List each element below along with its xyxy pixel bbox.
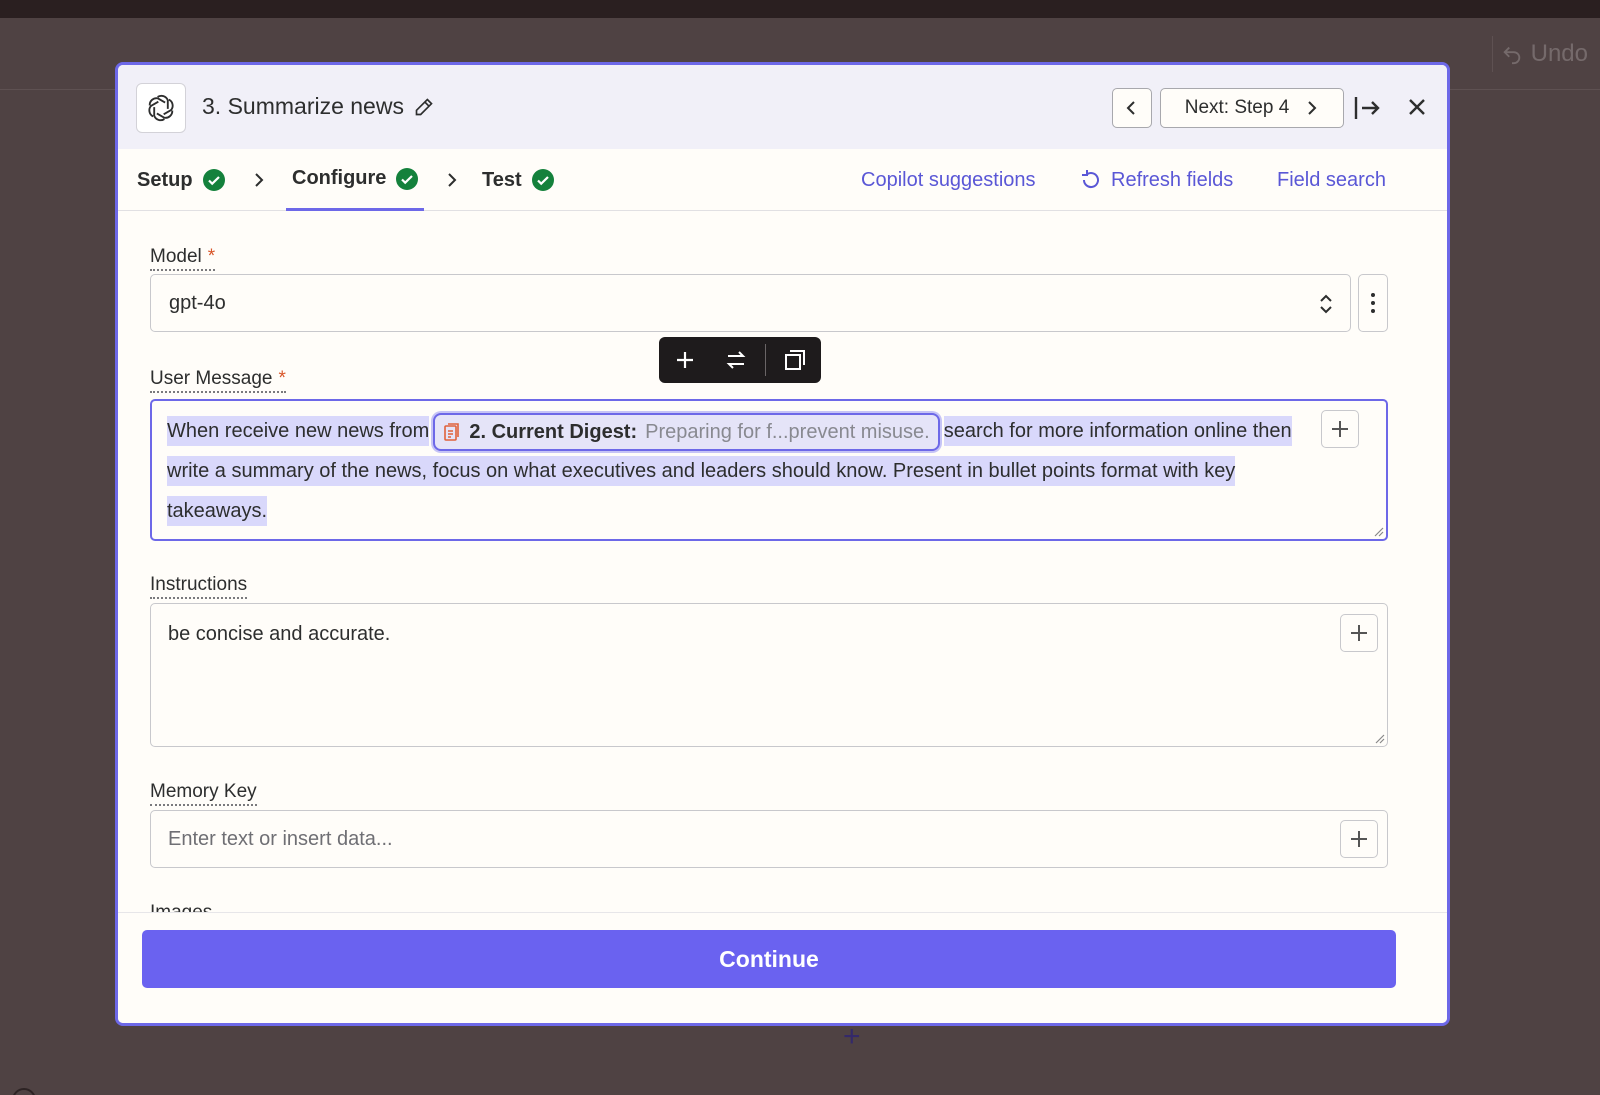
modal-header: 3. Summarize news Next: Step 4 <box>118 65 1447 149</box>
resize-handle-icon[interactable] <box>1373 732 1385 744</box>
continue-button[interactable]: Continue <box>142 930 1396 988</box>
message-text-before: When receive new news from <box>167 416 430 446</box>
chevron-right-icon <box>255 173 264 187</box>
copy-icon <box>785 350 806 370</box>
step-title[interactable]: 3. Summarize news <box>202 93 434 120</box>
refresh-fields-link[interactable]: Refresh fields <box>1079 149 1233 211</box>
check-circle-icon <box>202 169 225 191</box>
toolbar-separator <box>765 344 766 376</box>
pill-action-toolbar <box>659 337 821 383</box>
model-label: Model * <box>150 246 216 271</box>
insert-data-button[interactable] <box>1340 614 1378 652</box>
close-icon[interactable] <box>1406 96 1428 118</box>
memory-key-placeholder: Enter text or insert data... <box>168 827 393 850</box>
instructions-value: be concise and accurate. <box>168 623 391 645</box>
model-select-value: gpt-4o <box>169 291 226 314</box>
next-step-button[interactable]: Next: Step 4 <box>1160 88 1344 128</box>
pencil-edit-icon[interactable] <box>414 97 434 117</box>
step-title-text: 3. Summarize news <box>202 93 404 119</box>
insert-data-button[interactable] <box>1340 820 1378 858</box>
user-message-label: User Message * <box>150 368 286 393</box>
check-circle-icon <box>396 167 419 190</box>
toolbar-copy-button[interactable] <box>770 337 821 383</box>
memory-key-input[interactable]: Enter text or insert data... <box>150 810 1388 868</box>
chevron-updown-icon <box>1320 294 1332 314</box>
required-marker: * <box>278 368 286 389</box>
background-add-step-icon[interactable]: + <box>843 1022 861 1052</box>
undo-button[interactable]: Undo <box>1491 36 1596 72</box>
openai-app-icon <box>136 83 186 133</box>
plus-icon <box>1351 625 1367 641</box>
tab-configure-label: Configure <box>292 167 387 189</box>
plus-icon <box>1332 421 1348 437</box>
modal-footer: Continue <box>118 912 1447 1023</box>
instructions-label: Instructions <box>150 574 248 599</box>
copilot-suggestions-link[interactable]: Copilot suggestions <box>861 149 1036 211</box>
previous-step-button[interactable] <box>1112 88 1152 128</box>
model-label-text: Model <box>150 246 202 267</box>
resize-handle-icon[interactable] <box>1372 525 1384 537</box>
step-tabs: Setup Configure Test Copilot suggestions… <box>118 149 1447 211</box>
chevron-right-icon <box>1308 101 1317 115</box>
data-pill-current-digest[interactable]: 2. Current Digest: Preparing for f...prev… <box>433 412 940 451</box>
openai-logo-icon <box>148 94 174 122</box>
chevron-right-icon <box>448 173 457 187</box>
undo-icon <box>1502 46 1520 65</box>
required-marker: * <box>207 246 216 267</box>
refresh-fields-label: Refresh fields <box>1111 168 1234 191</box>
images-label: Images <box>150 902 212 912</box>
plus-icon <box>1351 831 1367 847</box>
chevron-left-icon <box>1126 101 1135 115</box>
pill-value: Preparing for f...prevent misuse. <box>645 420 930 443</box>
toolbar-add-button[interactable] <box>659 337 710 383</box>
expand-panel-icon[interactable] <box>1353 95 1381 121</box>
tab-test[interactable]: Test <box>482 149 554 211</box>
refresh-icon <box>1082 170 1099 189</box>
swap-arrows-icon <box>726 351 745 369</box>
field-search-link[interactable]: Field search <box>1277 149 1386 211</box>
config-form: Model * gpt-4o User Message * When receive… <box>118 212 1447 912</box>
memory-key-label: Memory Key <box>150 781 257 806</box>
tab-setup-label: Setup <box>137 168 193 191</box>
next-step-label: Next: Step 4 <box>1184 97 1290 118</box>
step-config-modal: 3. Summarize news Next: Step 4 Setup Con… <box>115 62 1450 1026</box>
vertical-dots-icon <box>1371 293 1375 313</box>
tab-configure[interactable]: Configure <box>286 149 425 211</box>
undo-label: Undo <box>1530 40 1588 67</box>
user-message-input[interactable]: When receive new news from 2. Current Dig… <box>150 399 1388 541</box>
tab-test-label: Test <box>482 168 522 191</box>
instructions-input[interactable]: be concise and accurate. <box>150 603 1388 747</box>
user-message-label-text: User Message <box>150 368 273 389</box>
background-circle-icon <box>12 1088 36 1095</box>
model-select[interactable]: gpt-4o <box>150 274 1351 332</box>
toolbar-swap-button[interactable] <box>710 337 761 383</box>
pill-label: 2. Current Digest: <box>469 420 638 443</box>
check-circle-icon <box>531 169 554 191</box>
app-topbar <box>0 0 1600 18</box>
document-icon <box>444 422 460 441</box>
insert-data-button[interactable] <box>1321 410 1359 448</box>
tab-setup[interactable]: Setup <box>137 149 225 211</box>
plus-icon <box>676 352 693 368</box>
model-more-options-button[interactable] <box>1358 274 1388 332</box>
